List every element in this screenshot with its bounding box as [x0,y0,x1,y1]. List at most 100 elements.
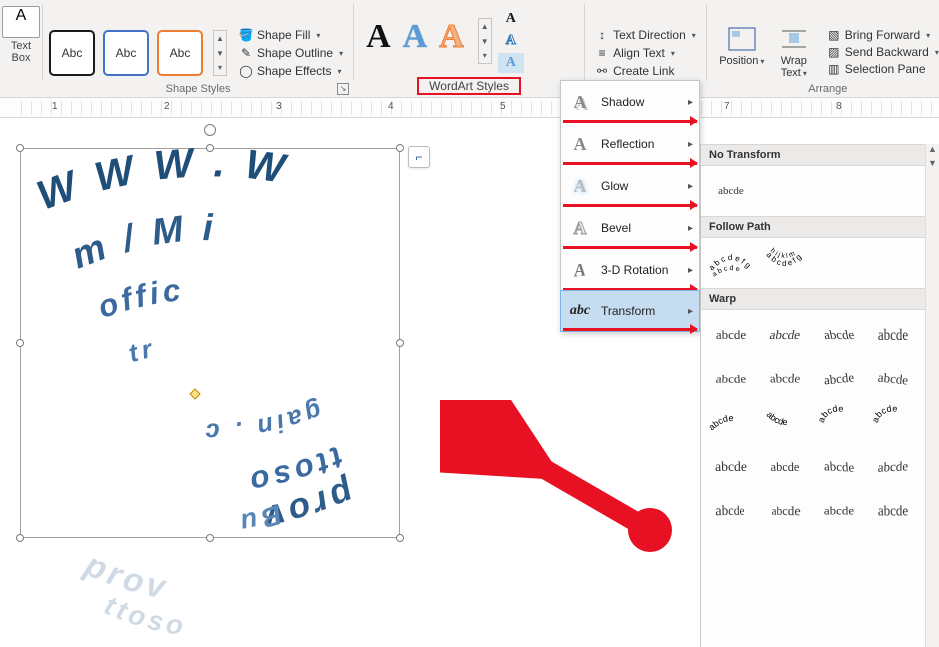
panel-scrollbar[interactable]: ▲ ▼ [925,144,939,647]
transform-thumb[interactable]: abcde [762,449,808,485]
transform-thumb[interactable]: abcde [707,404,755,442]
text-fill-button[interactable]: A [498,9,524,29]
align-text-button[interactable]: ≡ Align Text ▾ [591,45,679,61]
shape-fill-button[interactable]: 🪣 Shape Fill ▾ [235,27,347,43]
reflection-icon: A [569,133,591,155]
transform-thumb[interactable]: abcde [706,447,756,487]
transform-thumb[interactable]: abcde [705,489,751,532]
transform-thumb[interactable]: abcde [813,358,865,401]
transform-gallery: No Transform abcde Follow Path a b c d e… [700,144,939,647]
link-icon: ⚯ [595,64,609,78]
wordart-styles-group-label: WordArt Styles [354,77,584,97]
selection-pane-button[interactable]: ▥ Selection Pane [823,61,939,77]
resize-handle[interactable] [396,144,404,152]
svg-text:a b c d e f G h i j l m n o: a b c d e f G h i j l m n o [816,245,862,247]
chevron-down-icon: ▾ [926,31,930,40]
svg-text:tr: tr [126,334,159,368]
dialog-launcher[interactable]: ↘ [337,83,349,95]
chevron-right-icon: ▸ [688,97,693,108]
transform-thumb[interactable]: abcde [757,316,813,354]
create-link-button[interactable]: ⚯ Create Link [591,63,678,79]
svg-text:abcde: abcde [708,413,734,432]
menu-label: Transform [601,304,655,318]
transform-thumb[interactable]: abcde [869,404,917,442]
shape-outline-button[interactable]: ✎ Shape Outline ▾ [235,45,347,61]
chevron-right-icon: ▸ [688,139,693,150]
menu-item-shadow[interactable]: A Shadow ▸ [561,81,699,123]
resize-handle[interactable] [396,534,404,542]
transform-thumb-circle[interactable]: a b c d e f G h i j l m n o [815,244,863,282]
svg-text:abcde: abcde [765,409,788,427]
bucket-icon: 🪣 [239,28,253,42]
shape-style-thumb[interactable]: Abc [103,30,149,76]
transform-thumb[interactable]: abcde [815,495,863,527]
wordart-gallery[interactable]: A A A ▲▼▾ [366,18,492,64]
arrange-group-label: Arrange [707,83,939,97]
transform-thumb[interactable]: abcde [869,489,917,533]
wordart-style-thumb[interactable]: A [439,18,464,64]
transform-thumb[interactable]: abcde [815,404,863,442]
shape-style-thumb[interactable]: Abc [157,30,203,76]
transform-thumb[interactable]: abcde [707,316,755,354]
ruler-number: 8 [836,101,842,112]
text-direction-button[interactable]: ↕ Text Direction ▾ [591,27,700,43]
scroll-down-icon[interactable]: ▼ [926,158,939,172]
transform-icon: abc [569,300,591,322]
menu-item-3d-rotation[interactable]: A 3-D Rotation ▸ [561,249,699,291]
text-box-button[interactable]: A Text Box [0,0,42,97]
transform-thumb[interactable]: abcde [814,447,864,488]
transform-thumb[interactable]: abcde [869,312,917,358]
rotate-handle[interactable] [204,124,216,136]
resize-handle[interactable] [16,534,24,542]
menu-item-bevel[interactable]: A Bevel ▸ [561,207,699,249]
resize-handle[interactable] [16,144,24,152]
wordart-style-thumb[interactable]: A [403,18,428,64]
resize-handle[interactable] [396,339,404,347]
transform-thumb[interactable]: abcde [703,364,758,399]
menu-item-reflection[interactable]: A Reflection ▸ [561,123,699,165]
wordart-styles-group: A A A ▲▼▾ A A A WordArt Styles [354,0,584,97]
document-canvas[interactable]: ⌐ W W W . W m / M i offic tr gain . c [0,118,560,647]
horizontal-ruler: 12345678 [0,98,939,118]
bring-forward-button[interactable]: ▧ Bring Forward ▾ [823,27,939,43]
ruler-number: 2 [164,101,170,112]
resize-handle[interactable] [16,339,24,347]
text-outline-button[interactable]: A [498,31,524,51]
transform-thumb-none[interactable]: abcde [707,172,755,210]
resize-handle[interactable] [206,534,214,542]
menu-label: Reflection [601,137,654,151]
menu-label: 3-D Rotation [601,263,668,277]
transform-thumb[interactable]: abcde [867,358,919,401]
shape-effects-button[interactable]: ◯ Shape Effects ▾ [235,63,347,79]
menu-item-glow[interactable]: A Glow ▸ [561,165,699,207]
shape-style-more[interactable]: ▲▼▾ [213,30,227,76]
arrange-group: Position▾ Wrap Text▾ ▧ Bring Forward ▾ ▨… [707,0,939,97]
transform-thumb[interactable]: abcde [868,447,918,488]
wrap-text-button[interactable]: Wrap Text▾ [771,25,817,79]
svg-text:abcde: abcde [870,405,898,424]
text-direction-icon: ↕ [595,28,609,42]
transform-thumb[interactable]: abcde [757,359,812,394]
transform-thumb-arch-up[interactable]: a b c d e f ga b c d e [707,244,755,282]
transform-thumb[interactable]: abcde [761,404,809,442]
wordart-art: W W W . W m / M i offic tr gain . c ttos… [24,152,396,534]
text-effects-button[interactable]: A [498,53,524,73]
scroll-up-icon[interactable]: ▲ [926,144,939,158]
transform-thumb[interactable]: abcde [765,489,811,532]
menu-item-transform[interactable]: abc Transform ▸ [560,290,700,332]
wordart-object[interactable]: ⌐ W W W . W m / M i offic tr gain . c [20,148,400,538]
ribbon: A Text Box Abc Abc Abc ▲▼▾ 🪣 Shape Fill … [0,0,939,98]
shape-style-thumb[interactable]: Abc [49,30,95,76]
wordart-style-thumb[interactable]: A [366,18,391,64]
bevel-icon: A [569,217,591,239]
shape-outline-label: Shape Outline [257,46,333,60]
bring-forward-icon: ▧ [827,28,841,42]
transform-thumb[interactable]: abcde [811,316,867,354]
position-button[interactable]: Position▾ [719,25,765,79]
layout-options-badge[interactable]: ⌐ [408,146,430,168]
transform-thumb-arch-down[interactable]: a b c d e f gh i j k l m [761,244,809,282]
send-backward-button[interactable]: ▨ Send Backward ▾ [823,44,939,60]
ruler-number: 3 [276,101,282,112]
wordart-style-more[interactable]: ▲▼▾ [478,18,492,64]
shape-style-gallery[interactable]: Abc Abc Abc ▲▼▾ [49,30,227,76]
